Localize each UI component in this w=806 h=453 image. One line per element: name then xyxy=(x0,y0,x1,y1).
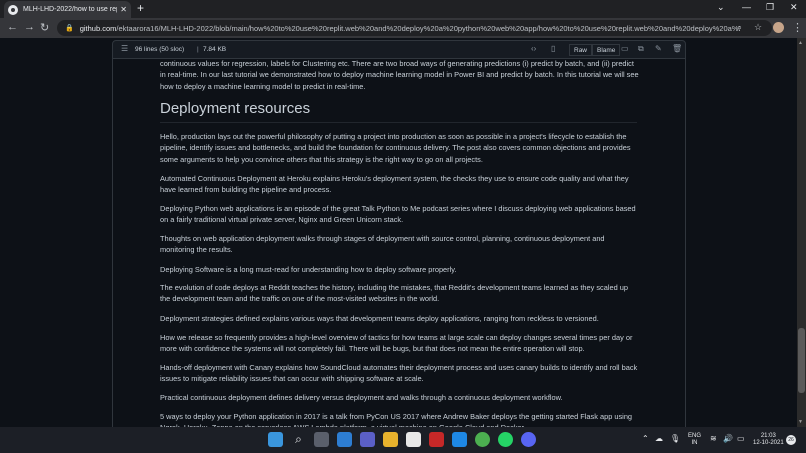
scroll-up-icon[interactable]: ▲ xyxy=(798,40,803,46)
back-icon[interactable]: ← xyxy=(7,21,18,33)
close-tab-icon[interactable]: ✕ xyxy=(120,5,127,14)
widgets-icon[interactable] xyxy=(337,432,352,447)
paragraph: Practical continuous deployment defines … xyxy=(160,393,563,402)
file-view-icon[interactable]: ▯ xyxy=(551,44,555,53)
input-language[interactable]: ENG IN xyxy=(688,433,701,447)
task-view-icon[interactable] xyxy=(314,432,329,447)
battery-icon[interactable]: ▭ xyxy=(737,434,745,443)
notification-badge[interactable]: 26 xyxy=(786,435,796,445)
url-text: github.com/ektaarora16/MLH-LHD-2022/blob… xyxy=(79,23,740,33)
profile-avatar[interactable] xyxy=(773,22,784,33)
reload-icon[interactable]: ↻ xyxy=(40,21,49,34)
discord-icon[interactable] xyxy=(521,432,536,447)
mcafee-icon[interactable] xyxy=(429,432,444,447)
paragraph: Deployment strategies defined explains v… xyxy=(160,314,599,323)
clock-date: 12-10-2021 xyxy=(753,440,784,446)
language-region: IN xyxy=(691,440,698,446)
scroll-down-icon[interactable]: ▼ xyxy=(798,419,803,425)
edit-pencil-icon[interactable]: ✎ xyxy=(655,44,662,53)
readme-body: continuous values for regression, labels… xyxy=(112,59,686,427)
paragraph: Deploying Python web applications is an … xyxy=(160,204,636,225)
page-content: ☰ 96 lines (50 sloc) | 7.84 KB ‹› ▯ Raw … xyxy=(0,38,806,427)
address-bar-row: ← → ↻ 🔒 github.com/ektaarora16/MLH-LHD-2… xyxy=(0,18,806,38)
paragraph: Thoughts on web application deployment w… xyxy=(160,234,605,255)
paragraph: 5 ways to deploy your Python application… xyxy=(160,412,633,427)
code-view-icon[interactable]: ‹› xyxy=(531,44,536,53)
store-icon[interactable] xyxy=(406,432,421,447)
desktop-icon[interactable]: ▭ xyxy=(621,44,629,53)
delete-trash-icon[interactable]: 🗑 xyxy=(672,44,682,53)
github-icon xyxy=(8,4,18,15)
onedrive-icon[interactable]: ☁ xyxy=(655,434,663,443)
chrome-icon[interactable] xyxy=(475,432,490,447)
tab-search-icon[interactable]: ⌄ xyxy=(717,2,725,13)
clock-time: 21:03 xyxy=(760,433,776,439)
address-bar[interactable]: 🔒 github.com/ektaarora16/MLH-LHD-2022/bl… xyxy=(57,20,772,36)
outline-menu-icon[interactable]: ☰ xyxy=(121,44,128,53)
section-heading: Deployment resources xyxy=(160,100,311,117)
microphone-icon[interactable]: 🎙 xyxy=(670,434,680,443)
volume-icon[interactable]: 🔊 xyxy=(723,434,733,443)
browser-menu-icon[interactable]: ⋮ xyxy=(792,21,803,34)
lock-icon: 🔒 xyxy=(65,25,74,32)
paragraph: Hands-off deployment with Canary explain… xyxy=(160,363,638,384)
file-lines-info: 96 lines (50 sloc) xyxy=(135,46,185,53)
zoom-icon[interactable]: ⌕ xyxy=(737,22,742,33)
new-tab-icon[interactable]: + xyxy=(137,1,144,15)
forward-icon[interactable]: → xyxy=(24,21,35,33)
heading-divider xyxy=(160,122,637,123)
wifi-icon[interactable]: ≋ xyxy=(710,434,717,443)
language-code: ENG xyxy=(688,433,702,439)
bookmark-star-icon[interactable]: ☆ xyxy=(754,22,762,33)
intro-paragraph: continuous values for regression, labels… xyxy=(160,59,639,91)
scrollbar-thumb[interactable] xyxy=(798,328,805,393)
system-clock[interactable]: 21:03 12-10-2021 xyxy=(753,433,784,447)
paragraph: Hello, production lays out the powerful … xyxy=(160,132,631,164)
close-window-icon[interactable]: ✕ xyxy=(790,2,798,13)
file-header: ☰ 96 lines (50 sloc) | 7.84 KB ‹› ▯ Raw … xyxy=(112,40,686,59)
page-scrollbar[interactable]: ▲ ▼ xyxy=(797,38,806,427)
app-l-icon[interactable] xyxy=(452,432,467,447)
paragraph: Deploying Software is a long must-read f… xyxy=(160,265,457,274)
raw-button[interactable]: Raw xyxy=(569,44,593,56)
whatsapp-icon[interactable] xyxy=(498,432,513,447)
paragraph: The evolution of code deploys at Reddit … xyxy=(160,283,628,304)
file-size-divider: | xyxy=(197,46,199,53)
file-explorer-icon[interactable] xyxy=(383,432,398,447)
blame-button[interactable]: Blame xyxy=(592,44,621,56)
tab-strip: MLH-LHD-2022/how to use repl ✕ + ⌄ — ❐ ✕ xyxy=(0,0,806,18)
browser-tab[interactable]: MLH-LHD-2022/how to use repl ✕ xyxy=(4,1,131,18)
file-size: 7.84 KB xyxy=(203,46,227,53)
tray-chevron-icon[interactable]: ⌃ xyxy=(642,434,649,443)
windows-start-icon[interactable] xyxy=(268,432,283,447)
teams-chat-icon[interactable] xyxy=(360,432,375,447)
tab-title: MLH-LHD-2022/how to use repl xyxy=(23,6,118,13)
restore-icon[interactable]: ❐ xyxy=(766,2,774,13)
copy-icon[interactable]: ⧉ xyxy=(638,44,644,54)
paragraph: Automated Continuous Deployment at Herok… xyxy=(160,174,629,195)
search-icon[interactable]: ⌕ xyxy=(291,432,306,447)
windows-taskbar: ⌕ ⌃ ☁ 🎙 ENG IN ≋ 🔊 ▭ 21:03 12-10-2021 26 xyxy=(0,427,806,453)
minimize-icon[interactable]: — xyxy=(742,2,751,12)
paragraph: How we release so frequently provides a … xyxy=(160,333,633,354)
